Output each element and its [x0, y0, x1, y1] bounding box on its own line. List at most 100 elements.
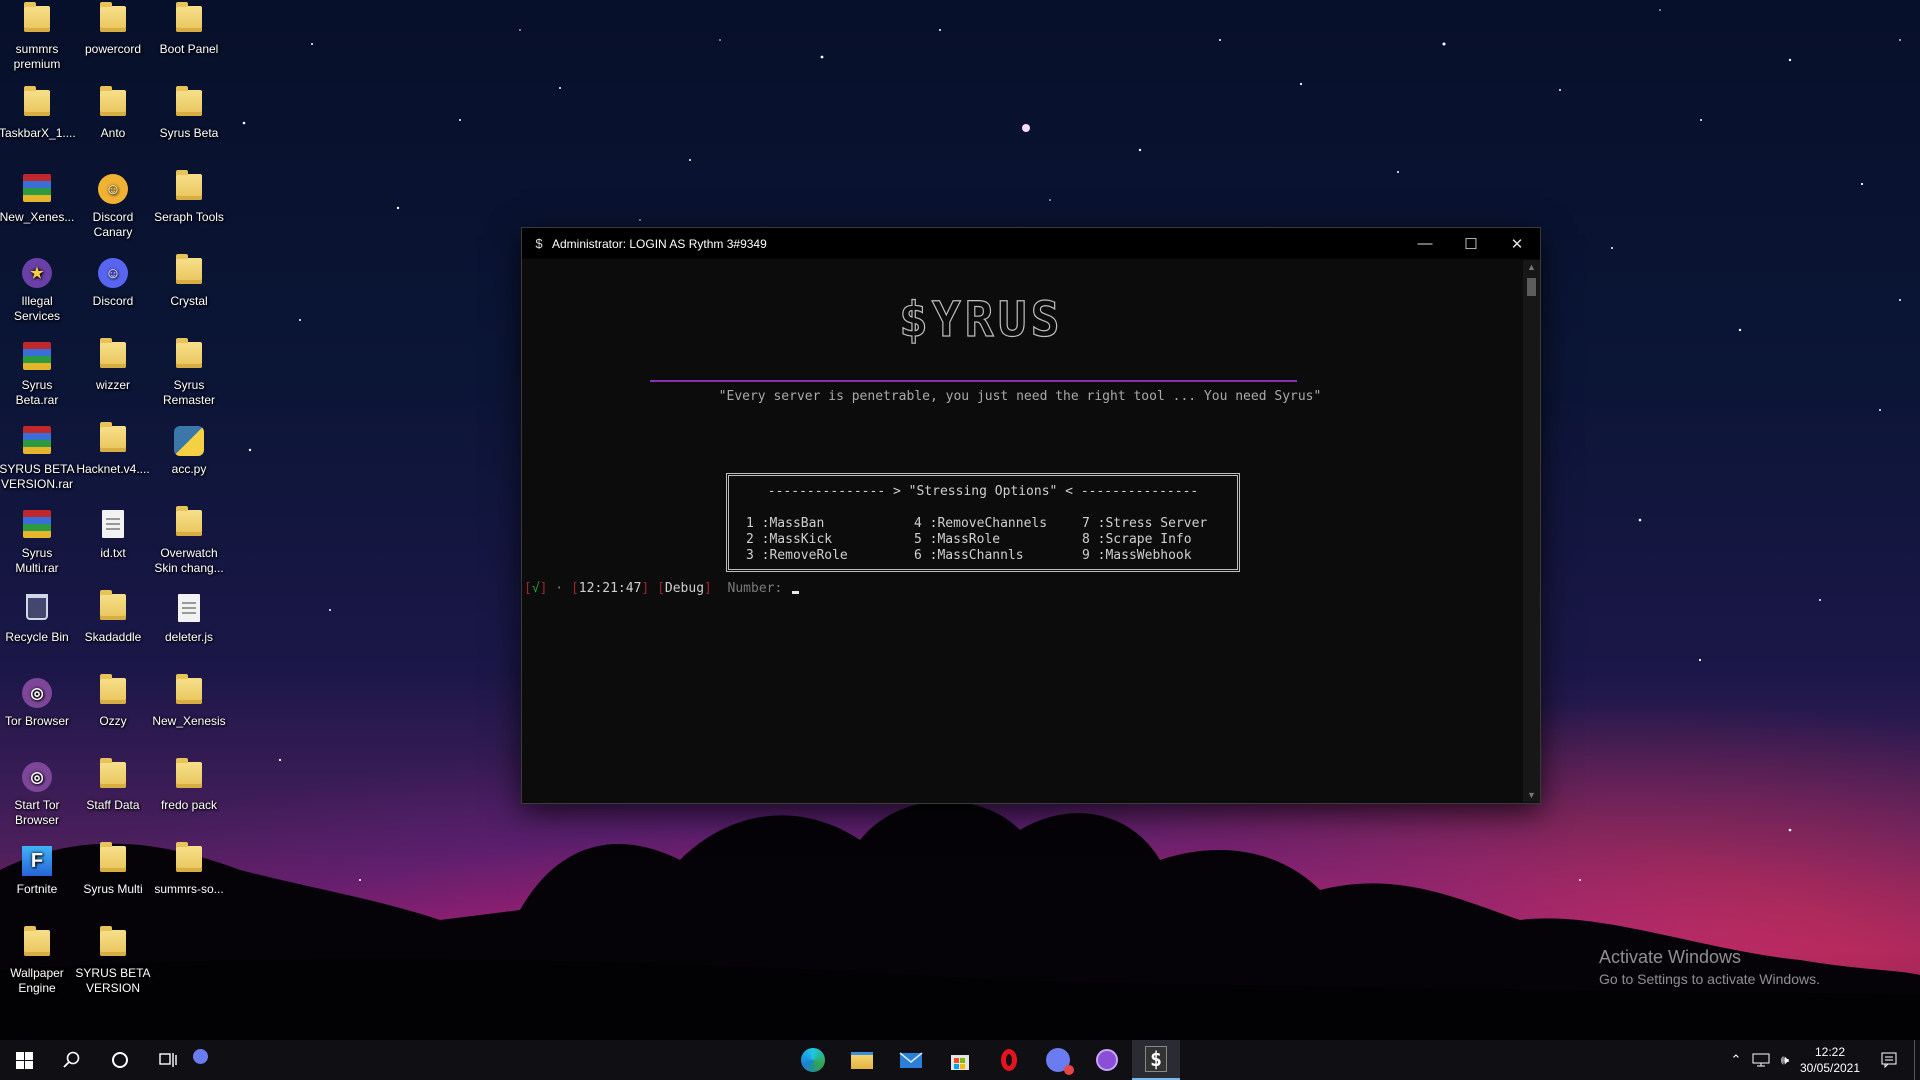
cortana-button[interactable]: [96, 1040, 144, 1080]
prompt-time: 12:21:47: [578, 581, 642, 596]
maximize-button[interactable]: ☐: [1448, 228, 1494, 259]
scroll-thumb[interactable]: [1527, 278, 1536, 296]
scrollbar[interactable]: ▲ ▼: [1523, 260, 1540, 802]
desktop-icon[interactable]: fredo pack: [151, 756, 227, 813]
opera-button[interactable]: [985, 1040, 1033, 1080]
desktop-icon[interactable]: wizzer: [75, 336, 151, 393]
edge-button[interactable]: [789, 1040, 837, 1080]
option-1: 1 :MassBan: [746, 516, 825, 531]
store-icon: [951, 1055, 969, 1070]
desktop-icon[interactable]: New_Xenesis: [151, 672, 227, 729]
desktop-icon-label: Start Tor Browser: [14, 798, 60, 827]
input-prompt[interactable]: [√] · [12:21:47] [Debug] Number:: [524, 581, 800, 596]
desktop-icon[interactable]: Syrus Beta: [151, 84, 227, 141]
desktop-icon[interactable]: ◎ Tor Browser: [0, 672, 75, 729]
desktop-icon-label: New_Xenes...: [0, 210, 75, 224]
desktop-icon[interactable]: ◎ Start Tor Browser: [0, 756, 75, 828]
desktop-icon[interactable]: F Fortnite: [0, 840, 75, 897]
bracket: ]: [641, 581, 650, 596]
text-file-icon: [173, 594, 205, 626]
desktop-icon[interactable]: Wallpaper Engine: [0, 924, 75, 996]
fortnite-icon: F: [21, 846, 53, 878]
desktop-icon[interactable]: Ozzy: [75, 672, 151, 729]
terminal-window[interactable]: $ Administrator: LOGIN AS Rythm 3#9349 —…: [521, 227, 1541, 804]
desktop-icon[interactable]: Syrus Multi: [75, 840, 151, 897]
desktop-icon[interactable]: summrs premium: [0, 0, 75, 72]
scroll-down-icon[interactable]: ▼: [1527, 790, 1536, 800]
folder-icon: [97, 338, 129, 374]
store-button[interactable]: [936, 1040, 984, 1080]
recycle-bin-icon: [21, 594, 53, 626]
desktop-icon[interactable]: SYRUS BETA VERSION.rar: [0, 420, 75, 492]
desktop-icon[interactable]: ☺ Discord Canary: [75, 168, 151, 240]
start-button[interactable]: [0, 1040, 48, 1080]
desktop-icon[interactable]: Recycle Bin: [0, 588, 75, 645]
discord-icon: [1046, 1048, 1074, 1075]
discord-mini-button[interactable]: [182, 1040, 218, 1080]
desktop-icon[interactable]: Syrus Remaster: [151, 336, 227, 408]
desktop-icon-label: Wallpaper Engine: [10, 966, 64, 995]
search-button[interactable]: [48, 1040, 96, 1080]
notifications-button[interactable]: [1874, 1040, 1904, 1080]
desktop-icon[interactable]: Anto: [75, 84, 151, 141]
title-bar[interactable]: $ Administrator: LOGIN AS Rythm 3#9349 —…: [522, 228, 1540, 259]
python-icon: [173, 426, 205, 458]
close-icon: ✕: [1510, 235, 1524, 253]
desktop-icon[interactable]: summrs-so...: [151, 840, 227, 897]
mail-button[interactable]: [887, 1040, 935, 1080]
cortana-icon: [112, 1052, 128, 1068]
file-explorer-icon: [851, 1051, 873, 1069]
desktop-icon[interactable]: Staff Data: [75, 756, 151, 813]
minimize-button[interactable]: —: [1402, 228, 1448, 259]
desktop-icon[interactable]: SYRUS BETA VERSION: [75, 924, 151, 996]
discord-button[interactable]: [1034, 1040, 1082, 1080]
scroll-up-icon[interactable]: ▲: [1527, 262, 1536, 272]
desktop-icon[interactable]: Skadaddle: [75, 588, 151, 645]
desktop-icon[interactable]: Syrus Beta.rar: [0, 336, 75, 408]
folder-icon: [173, 86, 205, 122]
folder-icon: [97, 842, 129, 878]
file-explorer-button[interactable]: [838, 1040, 886, 1080]
desktop-icon[interactable]: powercord: [75, 0, 151, 57]
desktop-icon[interactable]: Seraph Tools: [151, 168, 227, 225]
desktop-icon[interactable]: Overwatch Skin chang...: [151, 504, 227, 576]
terminal-output[interactable]: $YRUS "Every server is penetrable, you j…: [522, 260, 1518, 802]
desktop-icon[interactable]: Syrus Multi.rar: [0, 504, 75, 576]
clock[interactable]: 12:22 30/05/2021: [1792, 1044, 1868, 1076]
desktop-icon[interactable]: New_Xenes...: [0, 168, 75, 225]
network-button[interactable]: [1750, 1040, 1772, 1080]
desktop-icon[interactable]: Hacknet.v4....: [75, 420, 151, 477]
show-desktop-button[interactable]: [1914, 1040, 1915, 1080]
desktop-icon[interactable]: Crystal: [151, 252, 227, 309]
desktop-icon[interactable]: Boot Panel: [151, 0, 227, 57]
desktop-icon-label: SYRUS BETA VERSION: [75, 966, 151, 995]
desktop-icon-label: Discord Canary: [92, 210, 134, 239]
desktop-icon[interactable]: ★ Illegal Services: [0, 252, 75, 324]
winrar-icon: [21, 426, 53, 458]
desktop-icon[interactable]: id.txt: [75, 504, 151, 561]
options-box: --------------- > "Stressing Options" < …: [726, 473, 1240, 572]
desktop-icon[interactable]: ☺ Discord: [75, 252, 151, 309]
text-cursor[interactable]: [792, 591, 800, 594]
option-8: 8 :Scrape Info: [1082, 532, 1192, 547]
desktop-icon[interactable]: deleter.js: [151, 588, 227, 645]
desktop-icon[interactable]: acc.py: [151, 420, 227, 477]
prompt-label: Number:: [727, 581, 783, 596]
tagline: "Every server is penetrable, you just ne…: [718, 389, 1322, 404]
text-file-icon: [97, 510, 129, 542]
notifications-icon: [1881, 1052, 1897, 1068]
syrus-terminal-button[interactable]: $: [1132, 1040, 1180, 1080]
show-hidden-icons[interactable]: ⌃: [1726, 1040, 1746, 1080]
desktop-icon[interactable]: TaskbarX_1....: [0, 84, 76, 141]
github-button[interactable]: [1083, 1040, 1131, 1080]
desktop-icon-label: deleter.js: [164, 630, 214, 644]
taskbar: $ ⌃ 🕪 12:22 30/05/2021: [0, 1040, 1920, 1080]
separator: ·: [547, 581, 571, 596]
close-button[interactable]: ✕: [1494, 228, 1540, 259]
desktop-icon-label: acc.py: [171, 462, 207, 476]
desktop-icon-label: Discord: [92, 294, 134, 308]
folder-icon: [173, 506, 205, 542]
desktop-icon-label: Staff Data: [86, 798, 140, 812]
folder-icon: [173, 2, 205, 38]
folder-icon: [173, 254, 205, 290]
